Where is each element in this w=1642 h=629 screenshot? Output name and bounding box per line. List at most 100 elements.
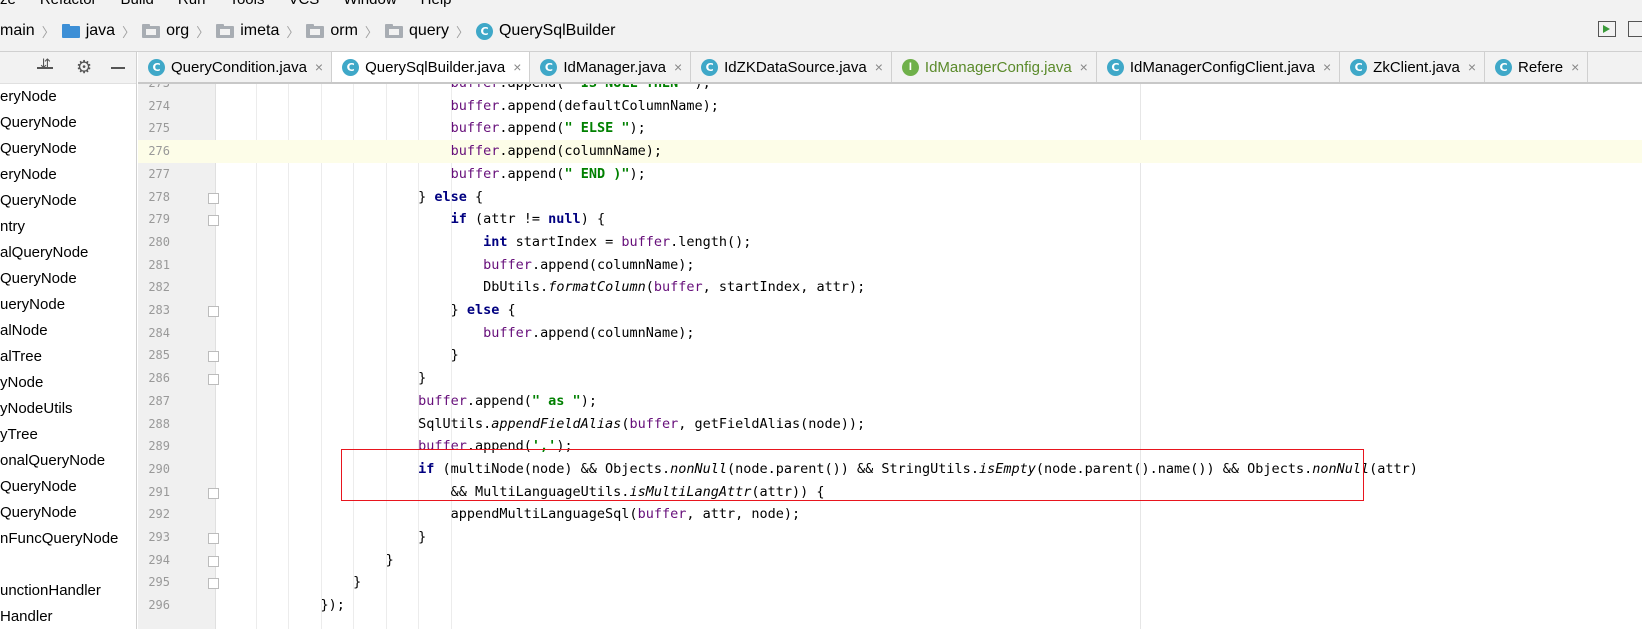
folder-icon xyxy=(61,24,80,38)
code-line[interactable]: 281 buffer.append(columnName); xyxy=(138,254,1642,277)
breadcrumb-item[interactable]: main xyxy=(0,22,35,40)
fold-marker-icon[interactable] xyxy=(208,306,219,317)
code-line[interactable]: 276 buffer.append(columnName); xyxy=(138,140,1642,164)
code-line[interactable]: 296}); xyxy=(138,594,1642,617)
tree-item[interactable]: yNodeUtils xyxy=(0,396,136,422)
tree-item[interactable]: Handler xyxy=(0,604,136,629)
code-line[interactable]: 285} xyxy=(138,344,1642,367)
code-line[interactable]: 277 buffer.append(" END )"); xyxy=(138,163,1642,186)
editor-tab[interactable]: C IdManager.java × xyxy=(530,52,692,82)
breadcrumb-item[interactable]: imeta xyxy=(216,22,279,40)
menu-item[interactable]: Run xyxy=(164,0,216,8)
fold-marker-icon[interactable] xyxy=(208,555,219,567)
code-line[interactable]: 284 buffer.append(columnName); xyxy=(138,322,1642,345)
menu-item[interactable]: Refactor xyxy=(26,0,107,8)
fold-marker-icon[interactable] xyxy=(208,487,219,499)
code-line[interactable]: 273 buffer.append(" IS NULL THEN "); xyxy=(138,84,1642,95)
close-icon[interactable]: × xyxy=(875,59,883,75)
toolbar-overflow-icon[interactable] xyxy=(1628,21,1642,37)
menu-item[interactable]: Help xyxy=(407,0,462,8)
code-line[interactable]: 288 SqlUtils.appendFieldAlias(buffer, get… xyxy=(138,413,1642,436)
tab-label: QuerySqlBuilder.java xyxy=(365,58,506,76)
code-line[interactable]: 292 appendMultiLanguageSql(buffer, attr, … xyxy=(138,503,1642,526)
tree-item[interactable]: nFuncQueryNode xyxy=(0,526,136,552)
code-token: }); xyxy=(320,597,345,614)
code-line[interactable]: 283} else { xyxy=(138,299,1642,322)
close-icon[interactable]: × xyxy=(1468,59,1476,75)
tree-item[interactable]: onalQueryNode xyxy=(0,448,136,474)
tree-item[interactable]: yTree xyxy=(0,422,136,448)
code-area[interactable]: 273buffer.append(" IS NULL THEN ");274bu… xyxy=(138,84,1642,629)
editor-tab[interactable]: C QueryCondition.java × xyxy=(138,52,333,82)
tree-item[interactable]: QueryNode xyxy=(0,136,136,162)
editor-tab[interactable]: C ZkClient.java × xyxy=(1340,52,1486,82)
code-line[interactable]: 279 if (attr != null) { xyxy=(138,208,1642,231)
tree-item[interactable]: alTree xyxy=(0,344,136,370)
fold-marker-icon[interactable] xyxy=(208,578,219,590)
tree-item[interactable]: QueryNode xyxy=(0,474,136,500)
code-line[interactable]: 280 int startIndex = buffer.length(); xyxy=(138,231,1642,254)
collapse-all-icon[interactable] xyxy=(37,57,53,76)
editor-tab[interactable]: C QuerySqlBuilder.java × xyxy=(332,52,531,82)
minimize-icon[interactable] xyxy=(111,67,125,69)
menu-item[interactable]: Window xyxy=(329,0,406,8)
tree-item[interactable]: eryNode xyxy=(0,162,136,188)
close-icon[interactable]: × xyxy=(1080,59,1088,75)
tree-item[interactable]: eryNode xyxy=(0,84,136,110)
menu-item[interactable]: ze xyxy=(0,0,26,8)
code-line[interactable]: 294} xyxy=(138,549,1642,572)
close-icon[interactable]: × xyxy=(674,59,682,75)
fold-marker-icon[interactable] xyxy=(208,215,219,227)
tree-item[interactable]: ntry xyxy=(0,214,136,240)
breadcrumb-item[interactable]: org xyxy=(142,22,189,40)
tab-label: Refere xyxy=(1518,58,1564,76)
code-line[interactable]: 293} xyxy=(138,526,1642,549)
breadcrumb-item[interactable]: java xyxy=(61,22,115,40)
code-line[interactable]: 278} else { xyxy=(138,186,1642,209)
line-number: 280 xyxy=(148,234,170,249)
code-token: , startIndex, attr); xyxy=(702,279,866,296)
tree-item[interactable]: QueryNode xyxy=(0,110,136,136)
code-line[interactable]: 282 DbUtils.formatColumn(buffer, startInd… xyxy=(138,276,1642,299)
tree-item[interactable]: yNode xyxy=(0,370,136,396)
breadcrumb-item[interactable]: query xyxy=(384,22,449,40)
highlight-box xyxy=(341,449,1364,501)
menu-item[interactable]: Build xyxy=(107,0,164,8)
close-icon[interactable]: × xyxy=(1571,59,1579,75)
code-line[interactable]: 286} xyxy=(138,367,1642,390)
code-token: buffer xyxy=(483,256,532,273)
fold-marker-icon[interactable] xyxy=(208,192,219,204)
run-config-icon[interactable] xyxy=(1598,21,1616,37)
tree-item[interactable]: unctionHandler xyxy=(0,578,136,604)
code-editor[interactable]: 273buffer.append(" IS NULL THEN ");274bu… xyxy=(138,84,1642,629)
breadcrumb-item[interactable]: C QuerySqlBuilder xyxy=(475,22,615,40)
tree-item[interactable]: QueryNode xyxy=(0,266,136,292)
tree-item[interactable]: alQueryNode xyxy=(0,240,136,266)
code-line[interactable]: 275 buffer.append(" ELSE "); xyxy=(138,117,1642,140)
code-text: } else { xyxy=(418,186,483,209)
close-icon[interactable]: × xyxy=(513,59,521,75)
code-line[interactable]: 295} xyxy=(138,571,1642,594)
menu-item[interactable]: Tools xyxy=(215,0,274,8)
menu-item[interactable]: VCS xyxy=(274,0,329,8)
code-line[interactable]: 274 buffer.append(defaultColumnName); xyxy=(138,95,1642,118)
editor-tab[interactable]: C IdManagerConfigClient.java × xyxy=(1097,52,1341,82)
fold-marker-icon[interactable] xyxy=(208,351,219,363)
tree-item[interactable]: QueryNode xyxy=(0,188,136,214)
editor-tab[interactable]: C Refere × xyxy=(1485,52,1589,82)
fold-marker-icon[interactable] xyxy=(208,533,219,544)
gear-icon[interactable]: ⚙ xyxy=(76,57,92,78)
editor-tab[interactable]: C IdZKDataSource.java × xyxy=(691,52,892,82)
close-icon[interactable]: × xyxy=(1323,59,1331,75)
code-line[interactable]: 287 buffer.append(" as "); xyxy=(138,390,1642,413)
tree-item[interactable]: alNode xyxy=(0,318,136,344)
tree-item[interactable] xyxy=(0,552,136,578)
tree-item[interactable]: ueryNode xyxy=(0,292,136,318)
close-icon[interactable]: × xyxy=(315,59,323,75)
editor-tab[interactable]: I IdManagerConfig.java × xyxy=(892,52,1097,82)
tree-item[interactable]: QueryNode xyxy=(0,500,136,526)
fold-marker-icon[interactable] xyxy=(208,374,219,386)
interface-icon: I xyxy=(901,58,919,76)
breadcrumb-item[interactable]: orm xyxy=(306,22,358,40)
code-token: buffer xyxy=(637,506,687,523)
